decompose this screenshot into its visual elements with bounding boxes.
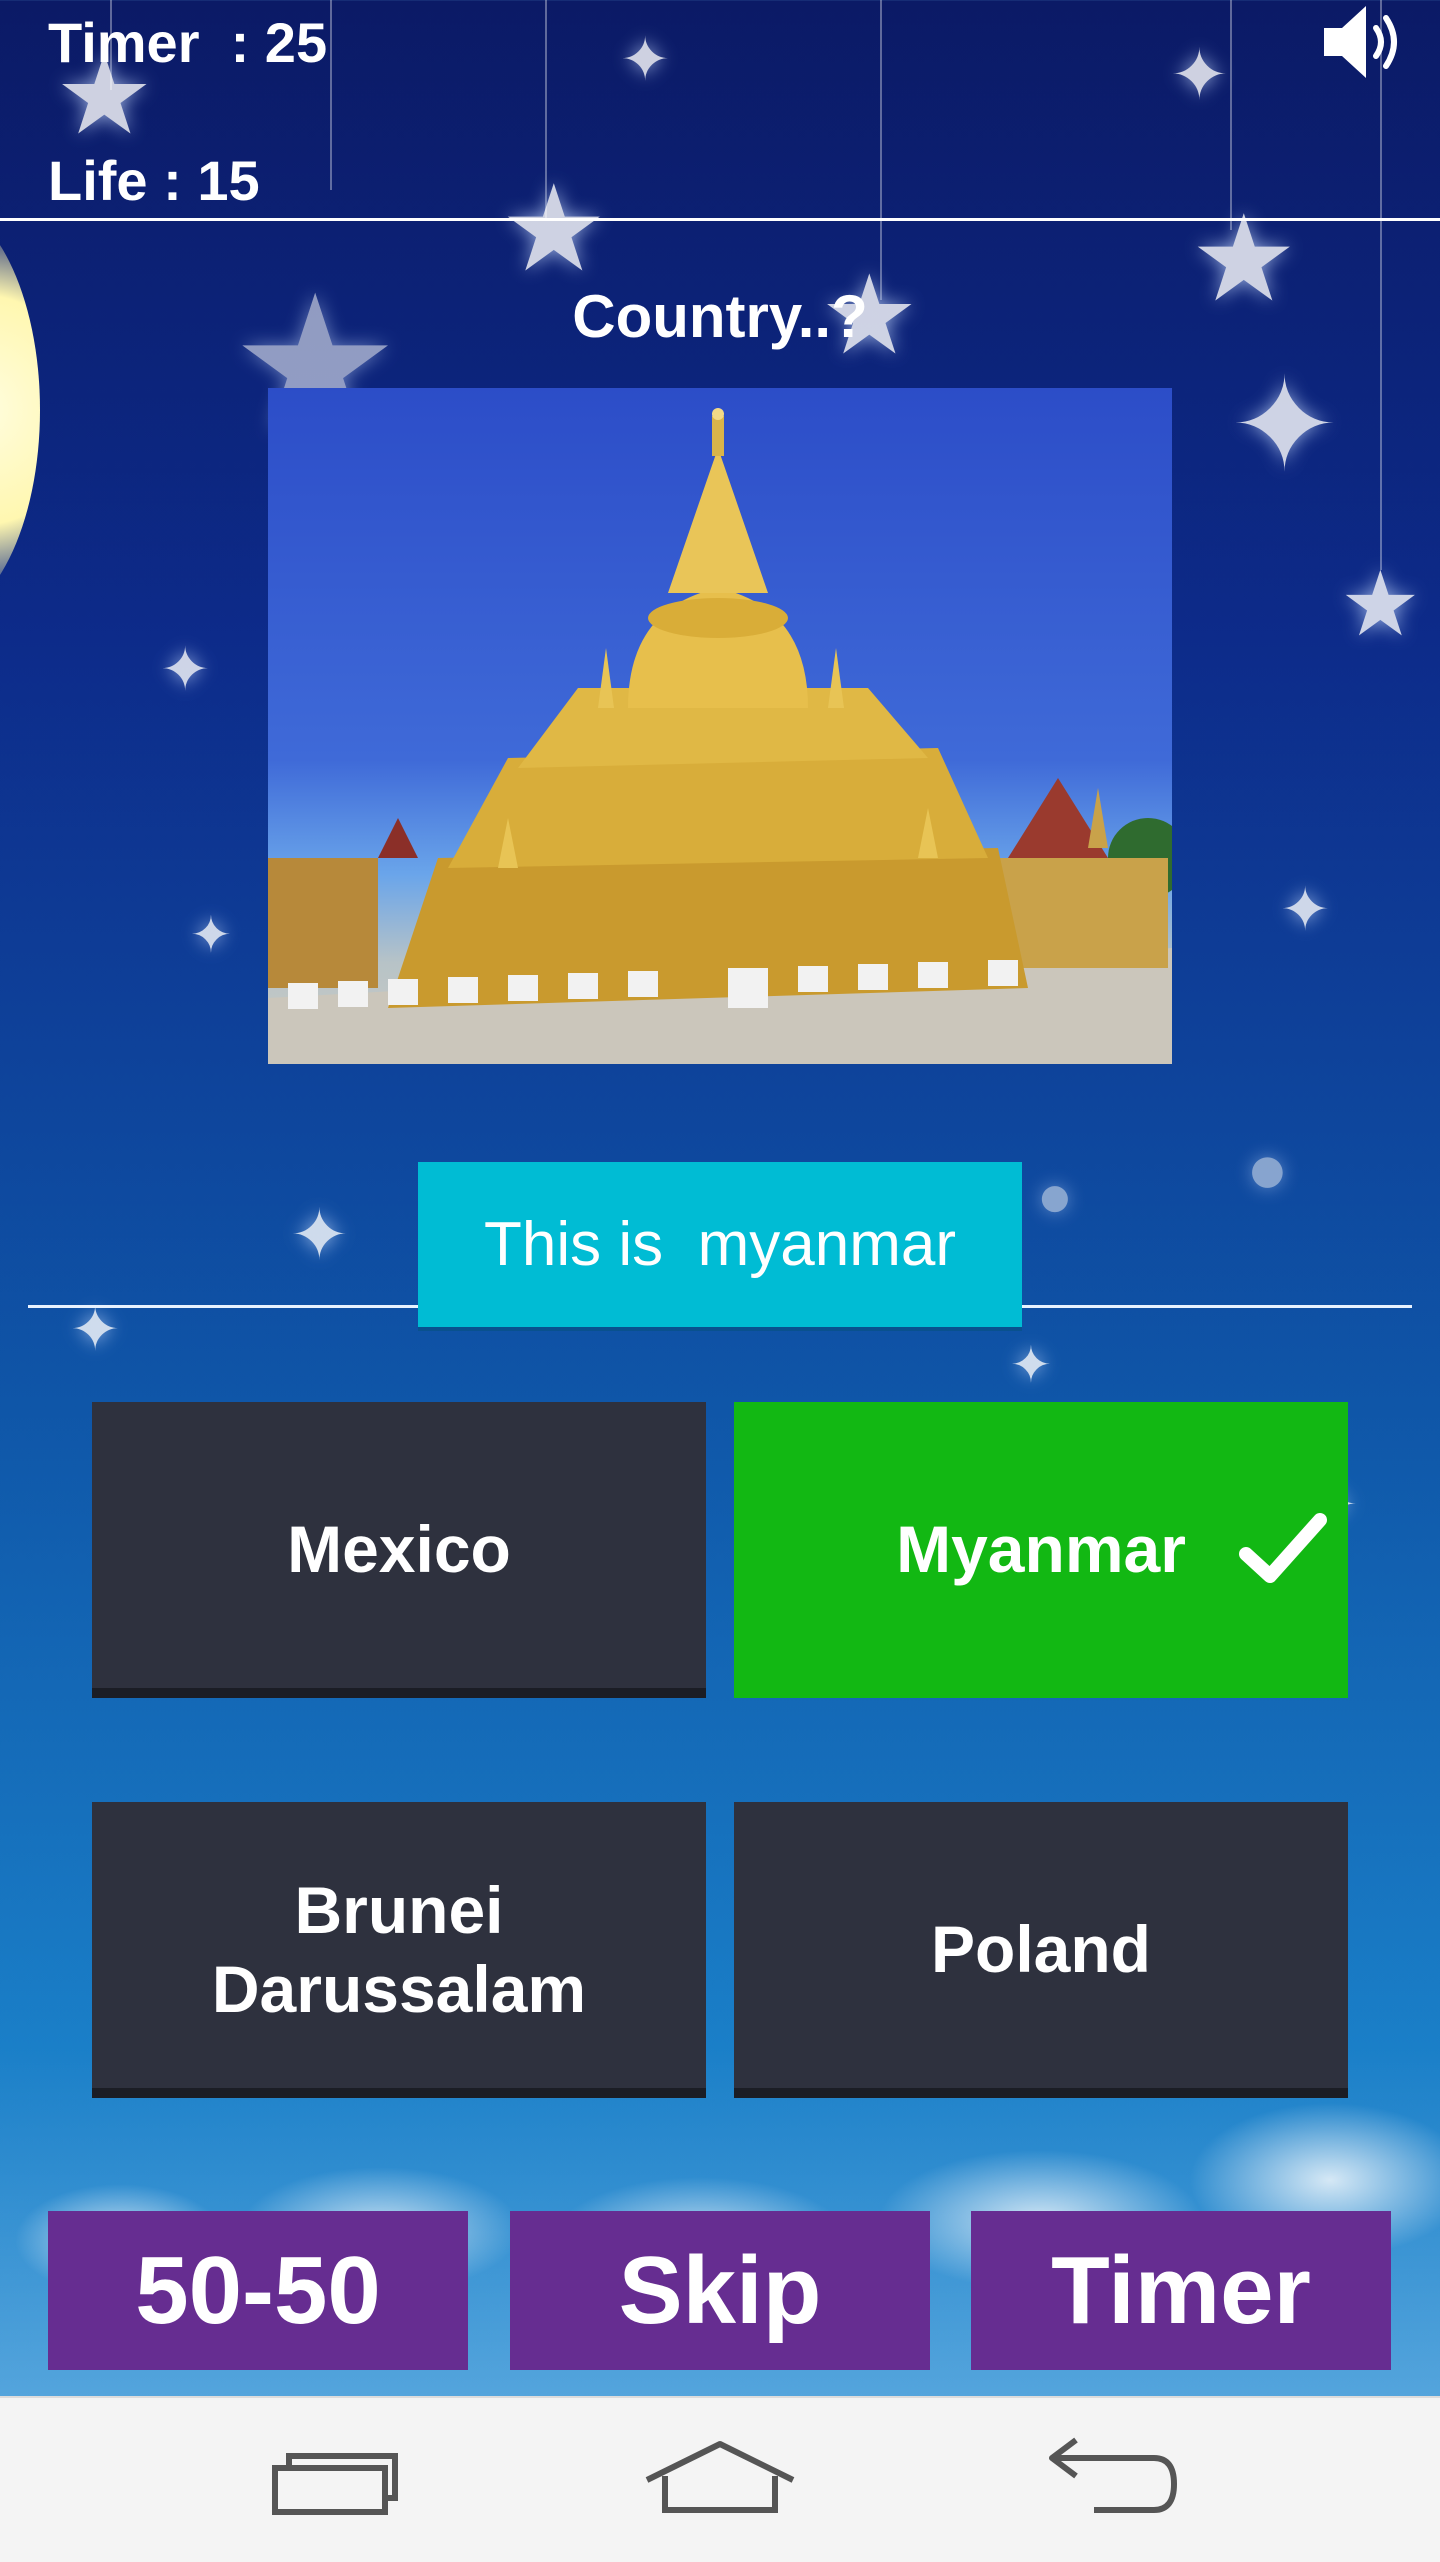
answer-option-brunei[interactable]: Brunei Darussalam (92, 1802, 706, 2098)
question-title: Country..? (572, 283, 868, 350)
checkmark-icon (1239, 1513, 1327, 1583)
sound-toggle-button[interactable] (1320, 0, 1410, 84)
answer-label: Poland (930, 1912, 1151, 1987)
back-button[interactable] (1024, 2428, 1194, 2528)
answer-label: Mexico (287, 1512, 511, 1587)
home-icon (645, 2441, 795, 2513)
home-button[interactable] (635, 2428, 805, 2528)
hud-divider (0, 218, 1440, 221)
answer-feedback-banner: This is myanmar (418, 1162, 1022, 1327)
back-icon (1049, 2437, 1178, 2513)
timer-label: Timer : 25 (48, 11, 328, 74)
recent-apps-icon (272, 2453, 398, 2515)
answer-label: Brunei Darussalam (211, 1872, 587, 2026)
answer-option-poland[interactable]: Poland (734, 1802, 1348, 2098)
golden-pagoda-photo (268, 408, 1172, 1064)
recent-apps-button[interactable] (247, 2428, 417, 2528)
speaker-volume-icon (1324, 6, 1397, 78)
timer-lifeline-button[interactable]: Timer (971, 2211, 1391, 2370)
answer-label: Myanmar (896, 1512, 1186, 1587)
system-navigation-bar (0, 2396, 1440, 2562)
answer-option-mexico[interactable]: Mexico (92, 1402, 706, 1698)
answer-option-myanmar[interactable]: Myanmar (734, 1402, 1348, 1698)
fifty-fifty-button[interactable]: 50-50 (48, 2211, 468, 2370)
skip-button[interactable]: Skip (510, 2211, 930, 2370)
moon-decoration (0, 200, 40, 620)
question-image (268, 388, 1172, 1064)
life-label: Life : 15 (48, 149, 260, 212)
